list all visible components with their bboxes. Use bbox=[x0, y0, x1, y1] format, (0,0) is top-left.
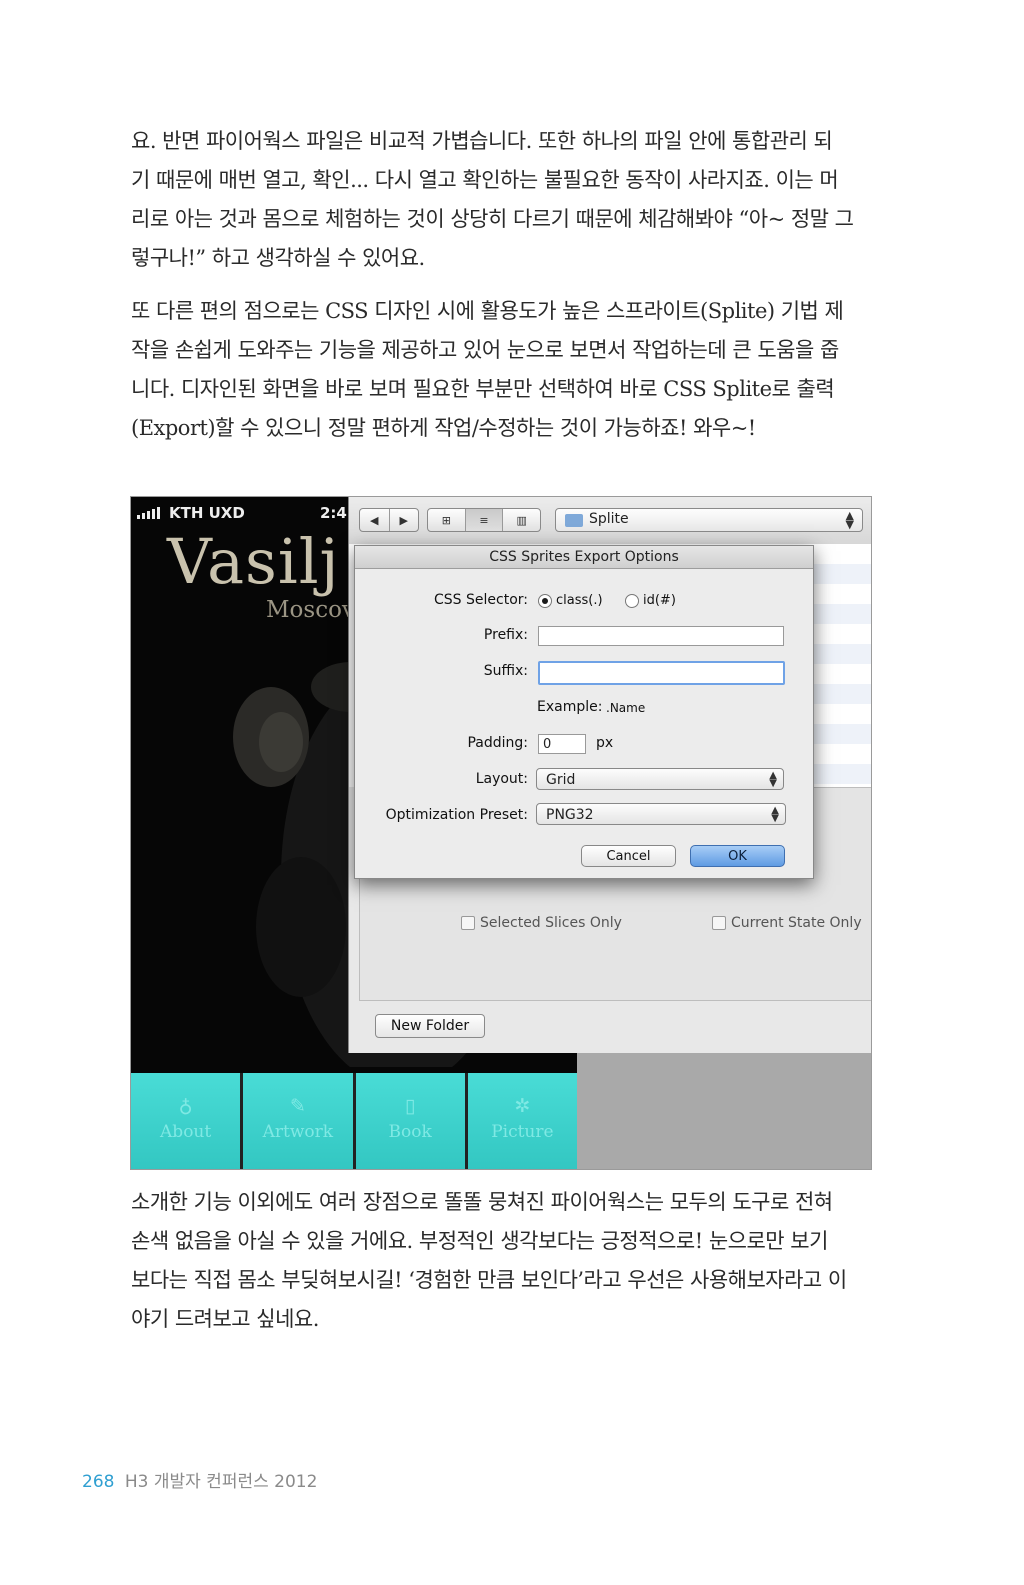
suffix-input[interactable] bbox=[538, 661, 785, 685]
app-subtitle: Moscov bbox=[266, 597, 355, 623]
new-folder-button[interactable]: New Folder bbox=[375, 1014, 485, 1038]
css-sprites-dialog: CSS Sprites Export Options CSS Selector:… bbox=[354, 545, 814, 879]
css-selector-label: CSS Selector: bbox=[434, 592, 528, 608]
location-name: Splite bbox=[589, 511, 629, 527]
nav-buttons: ◀ ▶ bbox=[359, 508, 419, 532]
radio-label: class(.) bbox=[556, 593, 603, 608]
brush-icon: ✎ bbox=[289, 1095, 306, 1117]
page-number: 268 bbox=[82, 1472, 115, 1492]
location-popup[interactable]: Splite ▲ ▼ bbox=[555, 508, 863, 532]
tab-label: About bbox=[160, 1122, 212, 1142]
view-mode-buttons: ⊞ ≡ ▥ bbox=[427, 508, 541, 532]
gear-icon: ✲ bbox=[514, 1095, 531, 1117]
prefix-input[interactable] bbox=[538, 626, 784, 646]
dialog-title: CSS Sprites Export Options bbox=[355, 546, 813, 569]
selected-slices-checkbox[interactable]: Selected Slices Only bbox=[461, 915, 622, 931]
text-line: 또 다른 편의 점으로는 CSS 디자인 시에 활용도가 높은 스프라이트(Sp… bbox=[131, 299, 844, 323]
status-time: 2:4 bbox=[320, 504, 347, 522]
example-value: .Name bbox=[606, 701, 646, 715]
updown-arrows-icon: ▲ ▼ bbox=[771, 805, 779, 824]
screenshot-figure: KTH UXD 2:4 Vasilj Moscov ♁ About ✎ Artw… bbox=[130, 496, 872, 1170]
cancel-button[interactable]: Cancel bbox=[581, 845, 676, 867]
footer-title: H3 개발자 컨퍼런스 2012 bbox=[124, 1472, 318, 1492]
preset-select[interactable]: PNG32 ▲ ▼ bbox=[536, 803, 786, 825]
person-icon: ♁ bbox=[178, 1095, 193, 1117]
text-line: 기 때문에 매번 열고, 확인... 다시 열고 확인하는 불필요한 동작이 사… bbox=[131, 168, 839, 192]
page-footer: 268 H3 개발자 컨퍼런스 2012 bbox=[82, 1467, 317, 1492]
preset-value: PNG32 bbox=[546, 807, 594, 823]
prefix-label: Prefix: bbox=[483, 627, 528, 643]
tab-label: Picture bbox=[491, 1122, 554, 1142]
paragraph-conclusion: 소개한 기능 이외에도 여러 장점으로 똘똘 뭉쳐진 파이어웍스는 모두의 도구… bbox=[131, 1183, 871, 1339]
layout-select[interactable]: Grid ▲ ▼ bbox=[536, 768, 784, 790]
text-line: 보다는 직접 몸소 부딪혀보시길! ‘경험한 만큼 보인다’라고 우선은 사용해… bbox=[131, 1268, 847, 1292]
tab-book[interactable]: ▯ Book bbox=[355, 1073, 465, 1169]
current-state-checkbox[interactable]: Current State Only bbox=[712, 915, 862, 931]
radio-selected-icon bbox=[538, 593, 552, 608]
checkbox-icon bbox=[712, 916, 726, 930]
tab-picture[interactable]: ✲ Picture bbox=[467, 1073, 577, 1169]
padding-label: Padding: bbox=[467, 735, 528, 751]
tab-label: Artwork bbox=[262, 1122, 334, 1142]
text-line: 요. 반면 파이어웍스 파일은 비교적 가볍습니다. 또한 하나의 파일 안에 … bbox=[131, 129, 833, 153]
checkbox-label: Current State Only bbox=[731, 915, 862, 931]
suffix-label: Suffix: bbox=[483, 663, 528, 679]
text-line: 렇구나!” 하고 생각하실 수 있어요. bbox=[131, 246, 425, 270]
updown-arrows-icon: ▲ ▼ bbox=[769, 770, 777, 789]
radio-id[interactable]: id(#) bbox=[625, 593, 676, 608]
text-line: 리로 아는 것과 몸으로 체험하는 것이 상당히 다르기 때문에 체감해봐야 “… bbox=[131, 207, 854, 231]
list-view-icon[interactable]: ≡ bbox=[465, 509, 504, 531]
padding-input[interactable]: 0 bbox=[538, 734, 586, 754]
column-view-icon[interactable]: ▥ bbox=[503, 509, 540, 531]
app-title: Vasilj bbox=[167, 525, 340, 598]
text-line: (Export)할 수 있으니 정말 편하게 작업/수정하는 것이 가능하죠! … bbox=[131, 416, 756, 440]
text-line: 작을 손쉽게 도와주는 기능을 제공하고 있어 눈으로 보면서 작업하는데 큰 … bbox=[131, 338, 839, 362]
tab-label: Book bbox=[388, 1122, 432, 1142]
finder-toolbar: ◀ ▶ ⊞ ≡ ▥ Splite ▲ ▼ bbox=[349, 497, 871, 545]
ok-button[interactable]: OK bbox=[690, 845, 785, 867]
icon-view-icon[interactable]: ⊞ bbox=[428, 509, 466, 531]
layout-value: Grid bbox=[546, 772, 576, 788]
example-label: Example: bbox=[537, 699, 603, 715]
tab-artwork[interactable]: ✎ Artwork bbox=[243, 1073, 353, 1169]
padding-unit: px bbox=[596, 735, 614, 751]
preset-label: Optimization Preset: bbox=[385, 807, 528, 823]
tab-about[interactable]: ♁ About bbox=[131, 1073, 241, 1169]
layout-label: Layout: bbox=[475, 771, 528, 787]
checkbox-label: Selected Slices Only bbox=[480, 915, 622, 931]
checkbox-icon bbox=[461, 916, 475, 930]
updown-arrows-icon: ▲ ▼ bbox=[845, 509, 854, 531]
text-line: 손색 없음을 아실 수 있을 거에요. 부정적인 생각보다는 긍정적으로! 눈으… bbox=[131, 1229, 828, 1253]
radio-label: id(#) bbox=[643, 593, 676, 608]
signal-icon bbox=[137, 507, 160, 519]
folder-icon bbox=[565, 514, 583, 527]
phone-tab-bar: ♁ About ✎ Artwork ▯ Book ✲ Picture bbox=[131, 1073, 577, 1169]
back-button[interactable]: ◀ bbox=[360, 509, 390, 531]
text-line: 야기 드려보고 싶네요. bbox=[131, 1307, 319, 1331]
carrier-name: KTH UXD bbox=[169, 504, 245, 522]
radio-unselected-icon bbox=[625, 593, 639, 608]
paragraph-sprite-feature: 또 다른 편의 점으로는 CSS 디자인 시에 활용도가 높은 스프라이트(Sp… bbox=[131, 292, 871, 448]
forward-button[interactable]: ▶ bbox=[390, 509, 419, 531]
radio-class[interactable]: class(.) bbox=[538, 593, 603, 608]
book-icon: ▯ bbox=[404, 1095, 416, 1117]
paragraph-intro: 요. 반면 파이어웍스 파일은 비교적 가볍습니다. 또한 하나의 파일 안에 … bbox=[131, 122, 871, 278]
text-line: 소개한 기능 이외에도 여러 장점으로 똘똘 뭉쳐진 파이어웍스는 모두의 도구… bbox=[131, 1190, 833, 1214]
text-line: 니다. 디자인된 화면을 바로 보며 필요한 부분만 선택하여 바로 CSS S… bbox=[131, 377, 835, 401]
